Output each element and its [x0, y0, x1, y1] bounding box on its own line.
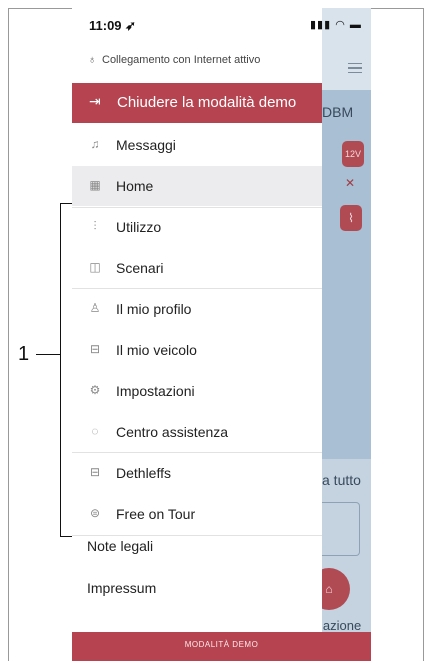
menu-item-label: Scenari: [116, 260, 164, 276]
exit-demo-label: Chiudere la modalità demo: [117, 94, 297, 111]
caravan-icon: ⊟: [89, 465, 101, 479]
menu-item-label: Free on Tour: [116, 506, 196, 522]
hamburger-icon[interactable]: [348, 63, 362, 73]
status-bar: 11:09 ➶ ▮▮▮ ◠ ▬: [72, 8, 371, 44]
demo-mode-bar: MODALITÀ DEMO: [72, 632, 371, 661]
callout-bracket: [60, 203, 72, 537]
menu-item-label: Il mio profilo: [116, 301, 192, 317]
menu-item-label: Dethleffs: [116, 465, 171, 481]
menu-item-il-mio-veicolo[interactable]: ⊟ Il mio veicolo: [72, 330, 322, 370]
menu-item-label: Il mio veicolo: [116, 342, 197, 358]
bell-icon: ♫: [90, 137, 100, 151]
battery-12v-badge[interactable]: 12V: [342, 141, 364, 167]
background-action-label: lazione: [320, 618, 362, 633]
signal-wifi-battery-icon: ▮▮▮ ◠ ▬: [310, 19, 362, 31]
user-icon: ♙: [89, 301, 101, 315]
sliders-icon: ⫶: [93, 219, 97, 233]
menu-item-label: Home: [116, 178, 154, 194]
exit-demo-button[interactable]: ⇥ Chiudere la modalità demo: [72, 83, 322, 123]
vehicle-icon: ⊟: [89, 342, 101, 356]
legal-notes-link[interactable]: Note legali: [87, 538, 153, 554]
plug-icon: ✕: [345, 176, 356, 190]
callout-line: [36, 354, 60, 355]
menu-item-home[interactable]: ▦ Home: [72, 166, 322, 206]
callout-number: 1: [18, 343, 30, 365]
menu-item-centro-assistenza[interactable]: ◌ Centro assistenza: [72, 412, 322, 452]
menu-item-free-on-tour[interactable]: ⊜ Free on Tour: [72, 494, 322, 534]
status-time: 11:09 ➶: [89, 18, 137, 33]
demo-mode-label: MODALITÀ DEMO: [184, 640, 259, 649]
background-input[interactable]: [322, 502, 360, 556]
background-title: DBM: [322, 104, 354, 120]
menu-item-utilizzo[interactable]: ⫶ Utilizzo: [72, 207, 322, 247]
headset-icon: ◌: [91, 424, 99, 438]
gear-icon: ⚙: [89, 383, 101, 397]
menu-item-il-mio-profilo[interactable]: ♙ Il mio profilo: [72, 289, 322, 329]
exit-icon: ⇥: [89, 93, 101, 109]
menu-item-impostazioni[interactable]: ⚙ Impostazioni: [72, 371, 322, 411]
menu-item-label: Centro assistenza: [116, 424, 229, 440]
phone-screen: DBM 12V ✕ ⌇ a tutto ⌂ lazione ♁ Collegam…: [72, 8, 371, 661]
tap-icon[interactable]: ⌇: [340, 205, 362, 231]
menu-item-label: Messaggi: [116, 137, 176, 153]
menu-item-label: Utilizzo: [116, 219, 162, 235]
background-section-title: a tutto: [322, 472, 361, 488]
connection-status: ♁ Collegamento con Internet attivo: [72, 48, 322, 76]
globe-icon: ⊜: [89, 506, 101, 520]
side-drawer: ♁ Collegamento con Internet attivo ⇥ Chi…: [72, 8, 322, 661]
menu-item-scenari[interactable]: ◫ Scenari: [72, 248, 322, 288]
connection-text: Collegamento con Internet attivo: [102, 54, 261, 66]
menu-divider: [72, 535, 322, 536]
menu-item-messaggi[interactable]: ♫ Messaggi: [72, 125, 322, 165]
link-icon: ♁: [88, 54, 97, 66]
grid-icon: ▦: [89, 178, 101, 192]
scenes-icon: ◫: [89, 260, 101, 274]
menu-item-label: Impostazioni: [116, 383, 195, 399]
impressum-link[interactable]: Impressum: [87, 580, 156, 596]
menu-item-dethleffs[interactable]: ⊟ Dethleffs: [72, 453, 322, 493]
